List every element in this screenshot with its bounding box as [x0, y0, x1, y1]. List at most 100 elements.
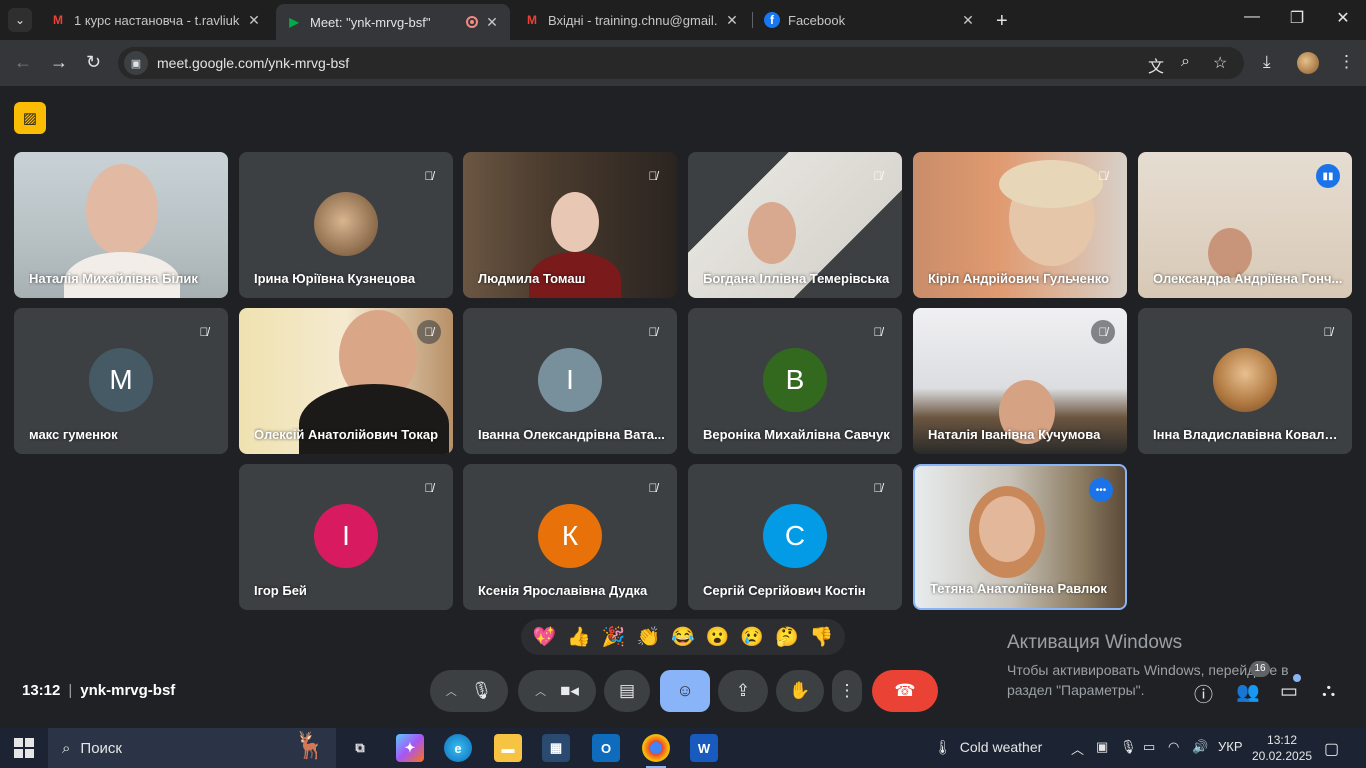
- participant-tile[interactable]: І 🎙̸ Іванна Олександрівна Вата...: [463, 308, 677, 454]
- close-tab-icon[interactable]: ✕: [960, 12, 976, 29]
- sad-reaction[interactable]: 😢: [740, 625, 764, 649]
- participant-name: Богдана Іллівна Темерівська: [703, 271, 890, 286]
- close-tab-icon[interactable]: ✕: [724, 12, 740, 29]
- wifi-icon[interactable]: ◠: [1168, 739, 1179, 755]
- restore-icon[interactable]: ❐: [1274, 8, 1320, 28]
- participant-video: [748, 202, 796, 264]
- back-icon[interactable]: ←: [14, 52, 32, 73]
- camera-in-use-icon[interactable]: ▣: [1096, 739, 1108, 755]
- participant-name: Тетяна Анатоліївна Равлюк: [930, 581, 1107, 596]
- word-icon[interactable]: W: [690, 734, 718, 762]
- mic-control[interactable]: ︿ 🎙: [430, 670, 508, 712]
- participant-tile[interactable]: 🎙̸ Ірина Юріївна Кузнецова: [239, 152, 453, 298]
- more-options-icon[interactable]: •••: [1089, 478, 1113, 502]
- present-screen-icon: ⇪: [735, 681, 751, 700]
- system-clock[interactable]: 13:12 20.02.2025: [1252, 732, 1312, 764]
- language-indicator[interactable]: УКР: [1218, 739, 1243, 754]
- microphone-icon[interactable]: 🎙: [1120, 739, 1137, 755]
- participant-name: Ірина Юріївна Кузнецова: [254, 271, 416, 286]
- chevron-up-icon[interactable]: ︿: [446, 683, 457, 699]
- battery-icon[interactable]: ▭: [1143, 739, 1155, 755]
- minimize-icon[interactable]: —: [1229, 8, 1275, 26]
- tab-gmail-course[interactable]: M 1 курс настановча - t.ravliuk@ ✕: [40, 6, 272, 34]
- party-reaction[interactable]: 🎉: [602, 625, 626, 649]
- participant-tile[interactable]: 🎙̸ Олексій Анатолійович Токар: [239, 308, 453, 454]
- thinking-reaction[interactable]: 🤔: [775, 625, 799, 649]
- participant-tile[interactable]: Наталія Михайлівна Білик: [14, 152, 228, 298]
- tab-facebook[interactable]: f Facebook ✕: [754, 6, 986, 34]
- chrome-icon[interactable]: [642, 734, 670, 768]
- taskbar-search[interactable]: ⌕ Поиск 🦌: [48, 728, 336, 768]
- reactions-button[interactable]: ☺: [660, 670, 710, 712]
- participant-tile[interactable]: 🎙̸ Людмила Томаш: [463, 152, 677, 298]
- people-icon[interactable]: 👥: [1236, 680, 1260, 704]
- mic-off-icon: 🎙̸: [648, 169, 658, 183]
- activities-icon[interactable]: ⛬: [1322, 680, 1335, 702]
- file-explorer-icon[interactable]: ▬: [494, 734, 522, 762]
- outlook-icon[interactable]: O: [592, 734, 620, 762]
- thumbs-up-reaction[interactable]: 👍: [567, 625, 591, 649]
- zoom-icon[interactable]: ⌕: [1181, 53, 1190, 71]
- microphone-icon[interactable]: 🎙: [471, 681, 493, 701]
- site-info-icon[interactable]: ▣: [124, 51, 148, 75]
- participant-tile[interactable]: M 🎙̸ макс гуменюк: [14, 308, 228, 454]
- present-button[interactable]: ⇪: [718, 670, 768, 712]
- self-participant-tile[interactable]: ••• Тетяна Анатоліївна Равлюк: [913, 464, 1127, 610]
- tab-gmail-inbox[interactable]: M Вхідні - training.chnu@gmail.co ✕: [514, 6, 750, 34]
- volume-icon[interactable]: 🔊: [1192, 739, 1208, 755]
- raise-hand-button[interactable]: ✋: [776, 670, 824, 712]
- info-icon[interactable]: ⓘ: [1194, 680, 1213, 707]
- store-icon[interactable]: ▦: [542, 734, 570, 762]
- close-tab-icon[interactable]: ✕: [246, 12, 262, 29]
- sparkling-heart-reaction[interactable]: 💖: [532, 625, 556, 649]
- edge-icon[interactable]: e: [444, 734, 472, 762]
- participant-tile[interactable]: С 🎙̸ Сергій Сергійович Костін: [688, 464, 902, 610]
- task-view-icon[interactable]: ⧉: [346, 734, 374, 762]
- address-bar[interactable]: ▣ meet.google.com/ynk-mrvg-bsf 文 ⌕ ☆: [118, 47, 1244, 79]
- chevron-up-icon[interactable]: ︿: [1071, 739, 1084, 758]
- clap-reaction[interactable]: 👏: [636, 625, 660, 649]
- windows-start-icon[interactable]: [14, 738, 34, 758]
- thumbs-down-reaction[interactable]: 👎: [810, 625, 834, 649]
- more-options-button[interactable]: ⋮: [832, 670, 862, 712]
- captions-button[interactable]: ▤: [604, 670, 650, 712]
- camera-icon[interactable]: ■◂: [560, 681, 579, 701]
- participant-video: [551, 192, 599, 252]
- leave-call-button[interactable]: ☎: [872, 670, 938, 712]
- weather-widget[interactable]: 🌡 Cold weather: [934, 739, 1042, 756]
- participant-tile[interactable]: І 🎙̸ Ігор Бей: [239, 464, 453, 610]
- more-vert-icon: ⋮: [838, 681, 856, 700]
- participant-avatar: І: [538, 348, 602, 412]
- close-tab-icon[interactable]: ✕: [484, 14, 500, 31]
- tab-meet[interactable]: ▶ Meet: "ynk-mrvg-bsf" ✕: [276, 4, 510, 40]
- laugh-reaction[interactable]: 😂: [671, 625, 695, 649]
- meeting-info: 13:12 | ynk-mrvg-bsf: [22, 682, 176, 699]
- new-tab-button[interactable]: +: [996, 10, 1008, 33]
- chevron-up-icon[interactable]: ︿: [535, 683, 546, 699]
- gmail-icon: M: [527, 13, 537, 27]
- translate-icon[interactable]: 文: [1148, 53, 1164, 77]
- browser-menu-icon[interactable]: ⋮: [1338, 52, 1355, 72]
- profile-avatar[interactable]: [1297, 52, 1319, 74]
- camera-control[interactable]: ︿ ■◂: [518, 670, 596, 712]
- hidden-participants-icon[interactable]: ▨: [14, 102, 46, 134]
- participant-tile[interactable]: ▮▮ Олександра Андріївна Гонч...: [1138, 152, 1352, 298]
- copilot-icon[interactable]: ✦: [396, 734, 424, 762]
- reload-icon[interactable]: ↻: [86, 52, 101, 73]
- participant-tile[interactable]: 🎙̸ Наталія Іванівна Кучумова: [913, 308, 1127, 454]
- mic-off-icon: 🎙̸: [1098, 169, 1108, 183]
- surprised-reaction[interactable]: 😮: [706, 625, 730, 649]
- participant-tile[interactable]: К 🎙̸ Ксенія Ярославівна Дудка: [463, 464, 677, 610]
- forward-icon[interactable]: →: [50, 52, 68, 73]
- participant-tile[interactable]: В 🎙̸ Вероніка Михайлівна Савчук: [688, 308, 902, 454]
- tab-search-button[interactable]: ⌄: [8, 8, 32, 32]
- close-window-icon[interactable]: ✕: [1320, 8, 1366, 28]
- notifications-icon[interactable]: ▢: [1324, 739, 1339, 759]
- participant-tile[interactable]: 🎙̸ Кіріл Андрійович Гульченко: [913, 152, 1127, 298]
- chat-icon[interactable]: ▭: [1280, 680, 1298, 703]
- participant-tile[interactable]: 🎙̸ Інна Владиславівна Ковальч...: [1138, 308, 1352, 454]
- participant-tile[interactable]: 🎙̸ Богдана Іллівна Темерівська: [688, 152, 902, 298]
- bookmark-star-icon[interactable]: ☆: [1213, 53, 1227, 73]
- tab-title: Facebook: [788, 12, 846, 28]
- download-icon[interactable]: ⤓: [1263, 52, 1271, 72]
